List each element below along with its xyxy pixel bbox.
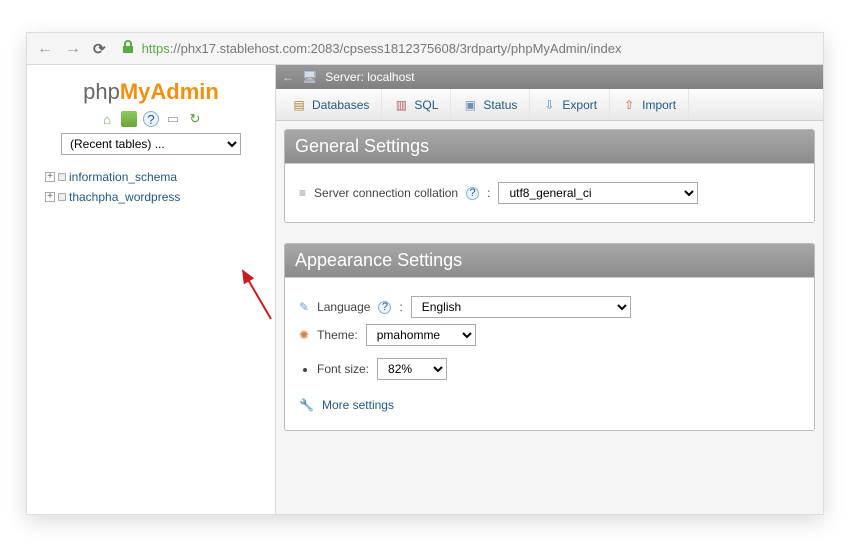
databases-icon: ▤: [292, 98, 306, 112]
browser-toolbar: ← → ⟳ https://phx17.stablehost.com:2083/…: [27, 33, 823, 65]
reload-button[interactable]: ⟳: [91, 40, 108, 58]
db-name: thachpha_wordpress: [69, 190, 180, 204]
tab-status[interactable]: ▣Status: [451, 89, 530, 120]
back-button[interactable]: ←: [35, 40, 55, 58]
theme-label: Theme:: [317, 328, 358, 342]
appearance-settings-panel: Appearance Settings ✎ Language ? : Engli…: [284, 243, 815, 431]
sql-query-icon[interactable]: ▭: [165, 111, 181, 127]
db-name: information_schema: [69, 170, 177, 184]
breadcrumb-label[interactable]: Server: localhost: [325, 70, 414, 84]
main-tabs: ▤Databases ▥SQL ▣Status ⇩Export ⇧Import: [276, 89, 823, 121]
sql-icon: ▥: [394, 98, 408, 112]
wrench-icon: 🔧: [299, 398, 314, 412]
sidebar: phpMyAdmin ⌂ ? ▭ ↻ (Recent tables) ... +…: [27, 65, 275, 514]
lock-icon: [122, 40, 134, 57]
database-tree: + information_schema + thachpha_wordpres…: [39, 167, 263, 207]
help-icon[interactable]: ?: [143, 111, 159, 127]
help-icon[interactable]: ?: [378, 301, 391, 314]
db-tree-item[interactable]: + thachpha_wordpress: [45, 187, 257, 207]
home-icon[interactable]: ⌂: [99, 111, 115, 127]
collation-select[interactable]: utf8_general_ci: [498, 182, 698, 204]
status-icon: ▣: [463, 98, 477, 112]
theme-select[interactable]: pmahomme: [366, 324, 476, 346]
db-icon: [58, 193, 66, 201]
sidebar-icon-toolbar: ⌂ ? ▭ ↻: [39, 111, 263, 127]
forward-button[interactable]: →: [63, 40, 83, 58]
url-bar[interactable]: https://phx17.stablehost.com:2083/cpsess…: [142, 41, 622, 56]
language-select[interactable]: English: [411, 296, 631, 318]
export-icon: ⇩: [542, 98, 556, 112]
expand-icon[interactable]: +: [45, 172, 55, 182]
fontsize-select[interactable]: 82%: [377, 358, 447, 380]
server-icon: 🖥: [302, 70, 317, 84]
breadcrumb: ← 🖥 Server: localhost: [276, 65, 823, 89]
language-icon: ✎: [299, 300, 309, 314]
tab-export[interactable]: ⇩Export: [530, 89, 610, 120]
collation-icon: ≡: [299, 186, 306, 200]
reload-frame-icon[interactable]: ↻: [187, 111, 203, 127]
db-icon: [58, 173, 66, 181]
theme-icon: ✺: [299, 328, 309, 342]
help-icon[interactable]: ?: [466, 187, 479, 200]
fontsize-label: Font size:: [317, 362, 369, 376]
more-settings-link[interactable]: More settings: [322, 398, 394, 412]
import-icon: ⇧: [622, 98, 636, 112]
general-settings-panel: General Settings ≡ Server connection col…: [284, 129, 815, 223]
panel-title: General Settings: [285, 130, 814, 163]
logo: phpMyAdmin: [39, 79, 263, 105]
recent-tables-select[interactable]: (Recent tables) ...: [61, 133, 241, 155]
language-label: Language: [317, 300, 370, 314]
panel-title: Appearance Settings: [285, 244, 814, 277]
collation-label: Server connection collation: [314, 186, 458, 200]
db-tree-item[interactable]: + information_schema: [45, 167, 257, 187]
expand-icon[interactable]: +: [45, 192, 55, 202]
tab-sql[interactable]: ▥SQL: [382, 89, 451, 120]
tab-import[interactable]: ⇧Import: [610, 89, 689, 120]
tab-databases[interactable]: ▤Databases: [280, 89, 382, 120]
collapse-icon[interactable]: ←: [282, 70, 294, 84]
exit-icon[interactable]: [121, 111, 137, 127]
main-panel: ← 🖥 Server: localhost ▤Databases ▥SQL ▣S…: [275, 65, 823, 514]
